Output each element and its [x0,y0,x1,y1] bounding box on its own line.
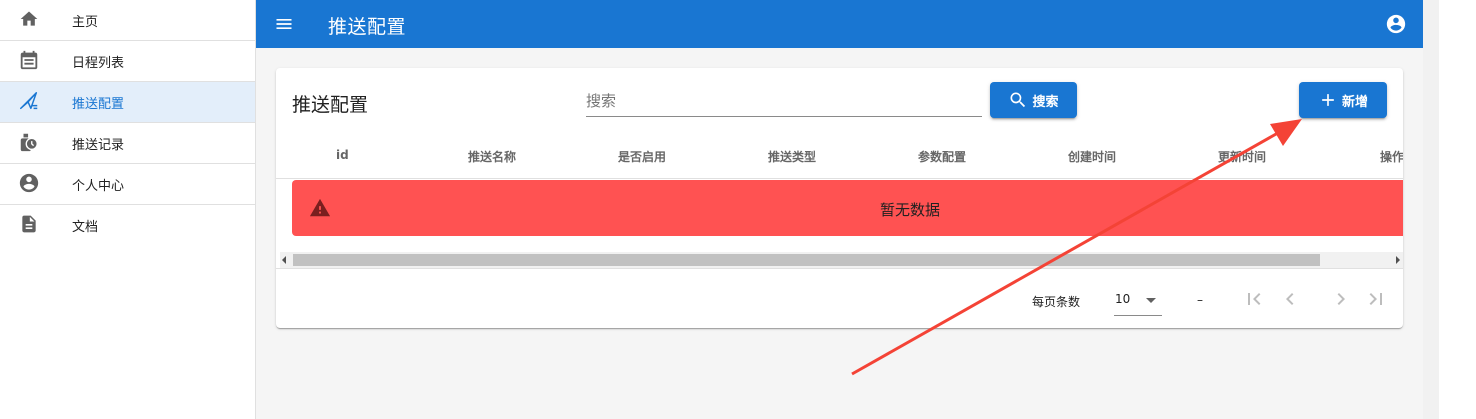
plus-icon [1322,94,1334,106]
sidebar-item-push-records[interactable]: 推送记录 [0,123,255,164]
warning-icon [309,197,331,219]
column-header-enabled[interactable]: 是否启用 [618,148,666,165]
search-button[interactable]: 搜索 [990,82,1077,118]
account-circle-icon [18,172,40,194]
column-header-created-at[interactable]: 创建时间 [1068,148,1116,165]
menu-icon[interactable] [274,14,294,34]
sidebar-item-label: 文档 [72,219,99,235]
column-header-push-type[interactable]: 推送类型 [768,148,816,165]
next-page-icon[interactable] [1329,287,1353,311]
rows-per-page-label: 每页条数 [1032,295,1081,309]
sidebar-item-label: 主页 [72,14,99,30]
column-header-params[interactable]: 参数配置 [918,148,966,165]
scrollbar-thumb[interactable] [293,254,1320,266]
first-page-icon[interactable] [1242,287,1266,311]
search-icon [1010,92,1026,108]
search-input[interactable] [586,88,982,114]
sidebar-item-label: 日程列表 [72,55,125,71]
sidebar-item-home[interactable]: 主页 [0,0,255,41]
sidebar-item-docs[interactable]: 文档 [0,205,255,245]
page-range-text: – [1197,293,1203,307]
column-header-push-name[interactable]: 推送名称 [468,148,516,165]
rows-per-page-value: 10 [1115,292,1131,306]
column-header-updated-at[interactable]: 更新时间 [1218,148,1266,165]
home-icon [18,8,40,30]
send-icon [18,90,40,112]
account-circle-icon[interactable] [1385,13,1407,35]
previous-page-icon[interactable] [1278,287,1302,311]
document-icon [18,213,40,235]
sidebar-item-push-config[interactable]: 推送配置 [0,82,255,123]
scroll-right-icon[interactable] [1396,256,1400,264]
page-title: 推送配置 [328,16,407,38]
sidebar-item-schedule-list[interactable]: 日程列表 [0,41,255,82]
calendar-icon [18,49,40,71]
sidebar-item-label: 推送配置 [72,96,125,112]
sidebar-item-label: 个人中心 [72,178,125,194]
table-header: id 推送名称 是否启用 推送类型 参数配置 创建时间 更新时间 操作 [276,144,1403,179]
column-header-id[interactable]: id [336,148,349,162]
search-field [586,88,982,117]
push-config-card: 推送配置 搜索 新增 id 推送名称 是否启用 推送类型 参数配置 创建时间 更… [276,68,1403,328]
search-button-label: 搜索 [1032,94,1059,110]
sidebar-item-profile[interactable]: 个人中心 [0,164,255,205]
empty-data-message: 暂无数据 [880,201,941,219]
page-scrollbar[interactable] [1423,0,1439,419]
sidebar: 主页 日程列表 推送配置 推送记录 个人中心 文档 [0,0,256,419]
app-bar: 推送配置 [256,0,1423,48]
empty-data-alert: 暂无数据 [292,180,1403,236]
column-header-actions[interactable]: 操作 [1380,148,1403,165]
scroll-left-icon[interactable] [282,256,286,264]
card-title: 推送配置 [292,94,369,116]
table-footer: 每页条数 10 – [276,268,1403,328]
history-icon [18,131,40,153]
horizontal-scrollbar[interactable] [280,252,1403,268]
chevron-down-icon [1146,298,1156,303]
rows-per-page-select[interactable]: 10 [1114,289,1162,316]
sidebar-item-label: 推送记录 [72,137,125,153]
last-page-icon[interactable] [1364,287,1388,311]
add-button[interactable]: 新增 [1299,82,1387,118]
add-button-label: 新增 [1341,94,1368,110]
